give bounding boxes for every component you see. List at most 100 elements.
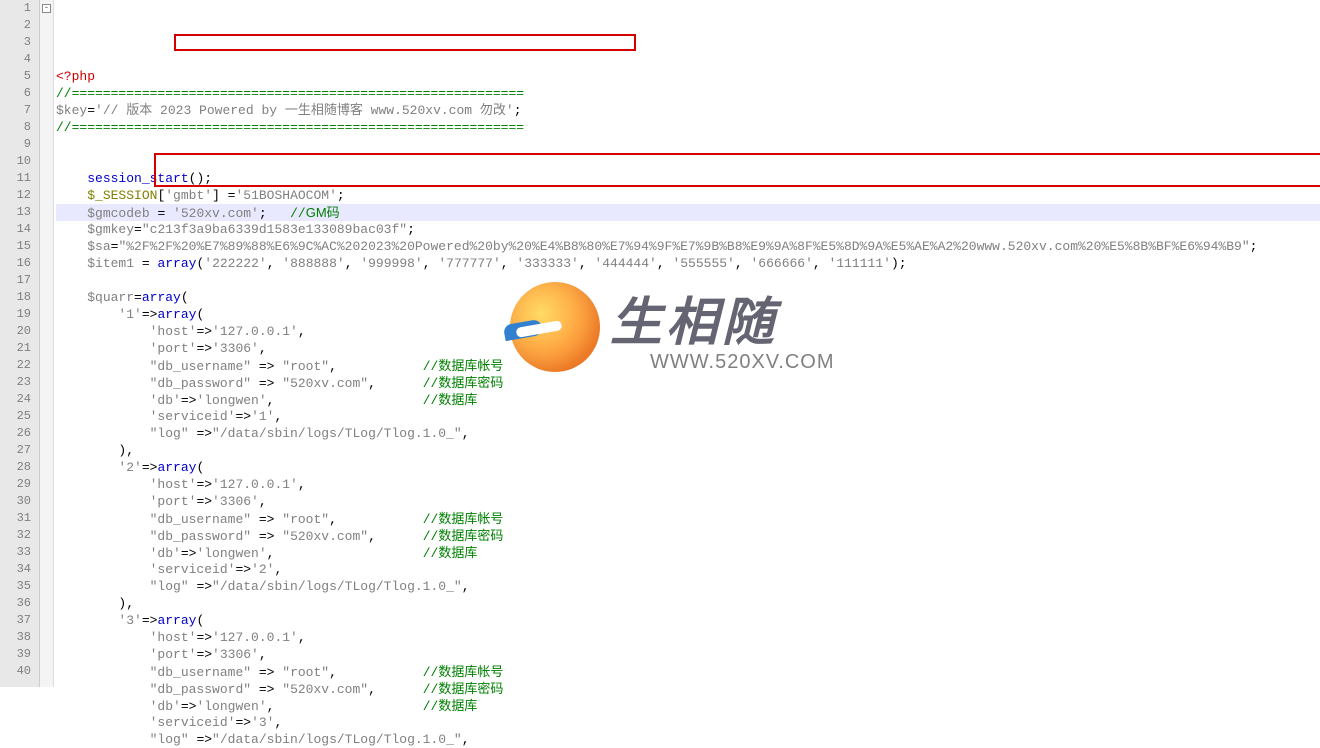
code-line[interactable]: ),: [56, 595, 1320, 612]
line-number[interactable]: 39: [4, 646, 31, 663]
fold-marker[interactable]: [40, 493, 53, 510]
line-number[interactable]: 27: [4, 442, 31, 459]
code-line[interactable]: 'serviceid'=>'1',: [56, 408, 1320, 425]
fold-marker[interactable]: -: [40, 0, 53, 17]
fold-marker[interactable]: [40, 17, 53, 34]
code-line[interactable]: 'host'=>'127.0.0.1',: [56, 476, 1320, 493]
line-number[interactable]: 36: [4, 595, 31, 612]
line-number[interactable]: 8: [4, 119, 31, 136]
line-number[interactable]: 31: [4, 510, 31, 527]
line-number[interactable]: 3: [4, 34, 31, 51]
fold-marker[interactable]: [40, 476, 53, 493]
fold-marker[interactable]: [40, 340, 53, 357]
code-line[interactable]: $gmcodeb = '520xv.com'; //GM码: [56, 204, 1320, 221]
line-number[interactable]: 17: [4, 272, 31, 289]
fold-marker[interactable]: [40, 442, 53, 459]
fold-marker[interactable]: [40, 425, 53, 442]
fold-marker[interactable]: [40, 51, 53, 68]
code-line[interactable]: 'port'=>'3306',: [56, 340, 1320, 357]
code-line[interactable]: //======================================…: [56, 119, 1320, 136]
line-number[interactable]: 26: [4, 425, 31, 442]
line-number[interactable]: 29: [4, 476, 31, 493]
code-line[interactable]: ),: [56, 442, 1320, 459]
code-line[interactable]: 'host'=>'127.0.0.1',: [56, 629, 1320, 646]
code-line[interactable]: session_start();: [56, 170, 1320, 187]
code-line[interactable]: 'db'=>'longwen', //数据库: [56, 544, 1320, 561]
code-line[interactable]: 'host'=>'127.0.0.1',: [56, 323, 1320, 340]
line-number[interactable]: 22: [4, 357, 31, 374]
line-number[interactable]: 13: [4, 204, 31, 221]
code-line[interactable]: "db_username" => "root", //数据库帐号: [56, 663, 1320, 680]
line-number[interactable]: 20: [4, 323, 31, 340]
line-number[interactable]: 24: [4, 391, 31, 408]
fold-marker[interactable]: [40, 170, 53, 187]
line-number[interactable]: 25: [4, 408, 31, 425]
fold-marker[interactable]: [40, 272, 53, 289]
fold-marker[interactable]: [40, 663, 53, 680]
fold-marker[interactable]: [40, 357, 53, 374]
line-number-gutter[interactable]: 1234567891011121314151617181920212223242…: [0, 0, 40, 687]
fold-marker[interactable]: [40, 391, 53, 408]
fold-marker[interactable]: [40, 323, 53, 340]
line-number[interactable]: 2: [4, 17, 31, 34]
fold-marker[interactable]: [40, 85, 53, 102]
code-line[interactable]: "db_username" => "root", //数据库帐号: [56, 510, 1320, 527]
fold-marker[interactable]: [40, 544, 53, 561]
line-number[interactable]: 33: [4, 544, 31, 561]
fold-minus-icon[interactable]: -: [42, 4, 51, 13]
code-editor[interactable]: 1234567891011121314151617181920212223242…: [0, 0, 1320, 687]
line-number[interactable]: 28: [4, 459, 31, 476]
code-line[interactable]: "log" =>"/data/sbin/logs/TLog/Tlog.1.0_"…: [56, 578, 1320, 595]
fold-column[interactable]: -: [40, 0, 54, 687]
line-number[interactable]: 9: [4, 136, 31, 153]
fold-marker[interactable]: [40, 646, 53, 663]
line-number[interactable]: 18: [4, 289, 31, 306]
code-line[interactable]: $item1 = array('222222', '888888', '9999…: [56, 255, 1320, 272]
fold-marker[interactable]: [40, 34, 53, 51]
fold-marker[interactable]: [40, 595, 53, 612]
line-number[interactable]: 35: [4, 578, 31, 595]
line-number[interactable]: 6: [4, 85, 31, 102]
fold-marker[interactable]: [40, 459, 53, 476]
line-number[interactable]: 11: [4, 170, 31, 187]
code-line[interactable]: $quarr=array(: [56, 289, 1320, 306]
code-line[interactable]: "db_password" => "520xv.com", //数据库密码: [56, 527, 1320, 544]
fold-marker[interactable]: [40, 119, 53, 136]
code-line[interactable]: 'db'=>'longwen', //数据库: [56, 391, 1320, 408]
code-line[interactable]: '2'=>array(: [56, 459, 1320, 476]
line-number[interactable]: 12: [4, 187, 31, 204]
line-number[interactable]: 34: [4, 561, 31, 578]
fold-marker[interactable]: [40, 510, 53, 527]
code-line[interactable]: [56, 272, 1320, 289]
line-number[interactable]: 14: [4, 221, 31, 238]
fold-marker[interactable]: [40, 238, 53, 255]
fold-marker[interactable]: [40, 612, 53, 629]
fold-marker[interactable]: [40, 629, 53, 646]
line-number[interactable]: 37: [4, 612, 31, 629]
fold-marker[interactable]: [40, 102, 53, 119]
fold-marker[interactable]: [40, 408, 53, 425]
code-line[interactable]: <?php: [56, 68, 1320, 85]
line-number[interactable]: 21: [4, 340, 31, 357]
fold-marker[interactable]: [40, 527, 53, 544]
fold-marker[interactable]: [40, 187, 53, 204]
line-number[interactable]: 5: [4, 68, 31, 85]
code-line[interactable]: [56, 136, 1320, 153]
fold-marker[interactable]: [40, 255, 53, 272]
code-line[interactable]: "db_username" => "root", //数据库帐号: [56, 357, 1320, 374]
fold-marker[interactable]: [40, 374, 53, 391]
code-line[interactable]: $sa="%2F%2F%20%E7%89%88%E6%9C%AC%202023%…: [56, 238, 1320, 255]
line-number[interactable]: 16: [4, 255, 31, 272]
fold-marker[interactable]: [40, 561, 53, 578]
code-line[interactable]: 'port'=>'3306',: [56, 646, 1320, 663]
code-line[interactable]: "db_password" => "520xv.com", //数据库密码: [56, 374, 1320, 391]
code-line[interactable]: "log" =>"/data/sbin/logs/TLog/Tlog.1.0_"…: [56, 425, 1320, 442]
code-line[interactable]: 'db'=>'longwen', //数据库: [56, 697, 1320, 714]
code-line[interactable]: $gmkey="c213f3a9ba6339d1583e133089bac03f…: [56, 221, 1320, 238]
fold-marker[interactable]: [40, 289, 53, 306]
code-line[interactable]: 'serviceid'=>'3',: [56, 714, 1320, 731]
code-line[interactable]: //======================================…: [56, 85, 1320, 102]
code-line[interactable]: '1'=>array(: [56, 306, 1320, 323]
code-line[interactable]: $_SESSION['gmbt'] ='51BOSHAOCOM';: [56, 187, 1320, 204]
line-number[interactable]: 23: [4, 374, 31, 391]
